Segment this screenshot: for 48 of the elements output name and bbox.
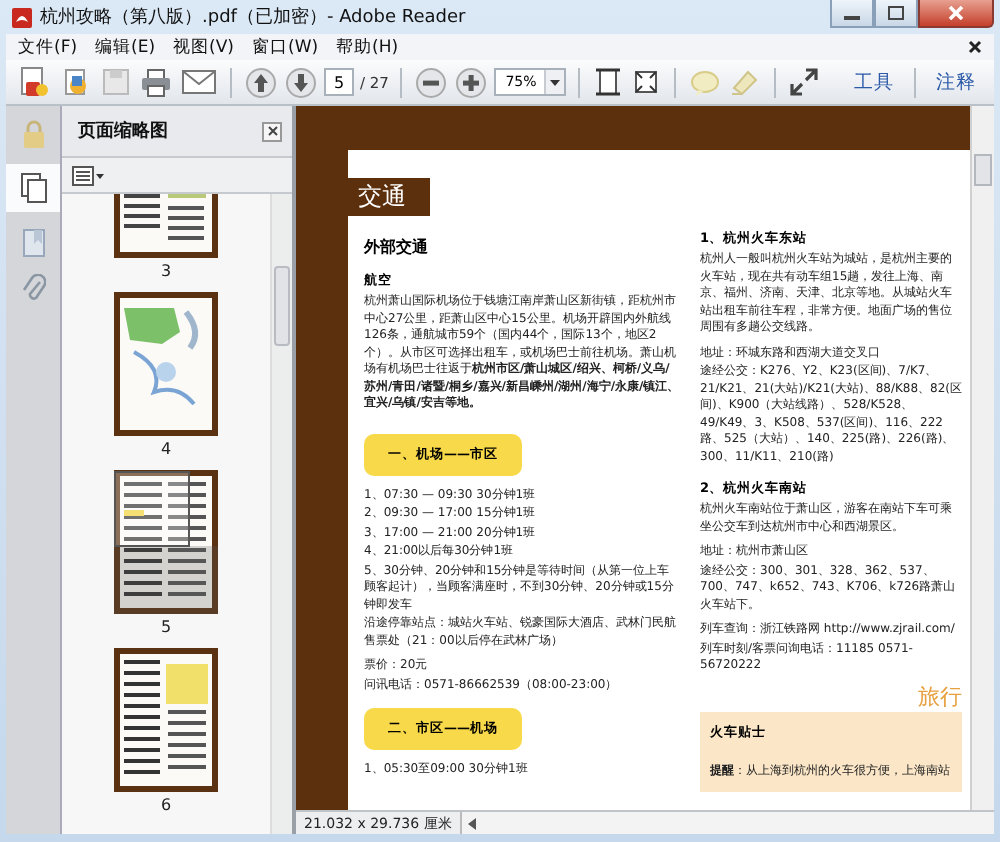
vertical-scrollbar[interactable]: [270, 194, 292, 834]
panel-title: 页面缩略图: [78, 118, 168, 144]
paperclip-icon[interactable]: [21, 274, 45, 304]
menu-item[interactable]: 文件(F): [18, 35, 78, 59]
next-page-icon[interactable]: [284, 65, 318, 99]
caret-icon[interactable]: [550, 79, 561, 85]
options-icon[interactable]: [72, 165, 104, 185]
fit-width-icon[interactable]: [630, 66, 663, 98]
horizontal-scrollbar[interactable]: [461, 812, 994, 834]
pane-tab[interactable]: 注释: [928, 69, 984, 95]
page-thumbnail[interactable]: [114, 470, 218, 614]
page-thumbnail[interactable]: [114, 648, 218, 792]
create-pdf-icon[interactable]: [16, 64, 52, 100]
fit-page-icon[interactable]: [592, 66, 625, 98]
section-heading: 交通: [348, 178, 430, 216]
page-thumbnail[interactable]: [114, 292, 218, 436]
menu-item[interactable]: 视图(V): [173, 35, 234, 59]
zoom-out-icon[interactable]: [414, 65, 449, 99]
window-title: 杭州攻略（第八版）.pdf（已加密）- Adobe Reader: [40, 5, 466, 30]
close-icon[interactable]: [968, 40, 982, 54]
page-number-field[interactable]: 5: [324, 68, 354, 96]
close-button[interactable]: [918, 0, 994, 28]
close-icon[interactable]: [267, 126, 277, 136]
page-number: 6: [160, 796, 172, 814]
pages-tab[interactable]: [6, 164, 60, 212]
vertical-scrollbar[interactable]: [970, 106, 994, 810]
expand-icon[interactable]: [788, 66, 821, 98]
menu-item[interactable]: 窗口(W): [252, 35, 319, 59]
pages-icon[interactable]: [19, 172, 47, 204]
close-button[interactable]: [262, 121, 282, 141]
pane-tab[interactable]: 工具: [846, 69, 902, 95]
maximize-icon[interactable]: [888, 6, 904, 20]
print-icon[interactable]: [138, 65, 174, 99]
menu-item[interactable]: 帮助(H): [336, 35, 399, 59]
lock-icon: [21, 120, 45, 148]
page-number: 4: [160, 440, 172, 458]
email-icon[interactable]: [180, 68, 218, 96]
maximize-button[interactable]: [874, 0, 918, 28]
zoom-in-icon[interactable]: [454, 65, 489, 99]
previous-page-icon[interactable]: [244, 65, 278, 99]
minimize-button[interactable]: [830, 0, 874, 28]
section-label: 旅行: [918, 681, 962, 712]
page-number: 3: [160, 262, 172, 280]
page-number: 5: [160, 618, 172, 636]
pdf-app-icon: [10, 5, 34, 29]
menu-item[interactable]: 编辑(E): [95, 35, 156, 59]
scroll-left-icon[interactable]: [467, 817, 476, 829]
document-heading: 外部交通: [364, 236, 430, 258]
